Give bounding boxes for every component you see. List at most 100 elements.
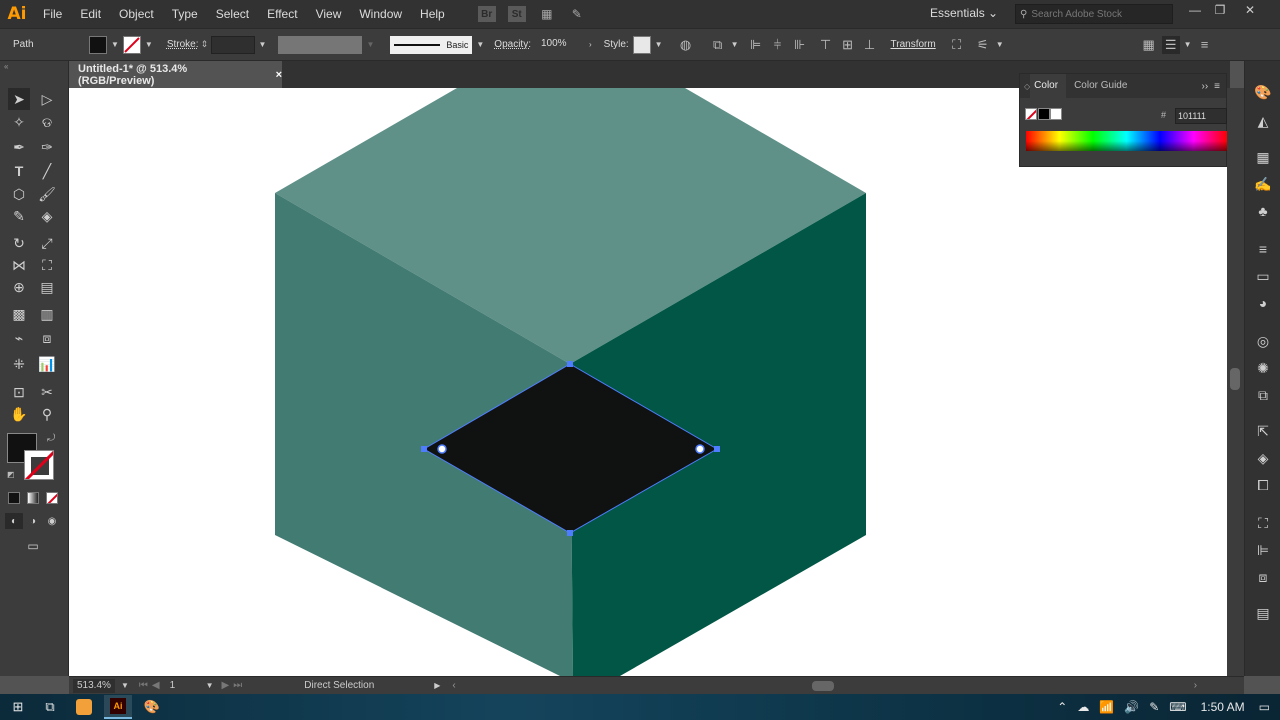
swatches-icon[interactable]: ▦ <box>1253 147 1273 167</box>
last-artboard-icon[interactable]: ⏭ <box>233 680 242 691</box>
clock[interactable]: 1:50 AM <box>1201 700 1245 714</box>
variable-width-profile[interactable] <box>278 35 363 54</box>
gradient-icon[interactable]: ▭ <box>1253 266 1273 286</box>
chevron-down-icon[interactable]: ▼ <box>145 40 153 49</box>
minimize-icon[interactable]: — <box>1185 3 1205 21</box>
anchor-point[interactable] <box>567 361 573 367</box>
scale-tool-icon[interactable]: ⤢ <box>36 232 58 254</box>
workspace-switcher[interactable]: Essentials ⌄ <box>930 6 998 20</box>
direct-selection-tool-icon[interactable]: ▷ <box>36 88 58 110</box>
bridge-icon[interactable]: Br <box>477 6 496 22</box>
rotate-tool-icon[interactable]: ↻ <box>8 232 30 254</box>
type-tool-icon[interactable]: T <box>8 160 30 182</box>
artboard-number-field[interactable]: 1 <box>165 678 202 693</box>
search-adobe-stock-input[interactable]: ⚲ Search Adobe Stock <box>1015 4 1173 24</box>
stroke-swatch[interactable] <box>122 35 141 54</box>
chevron-down-icon[interactable]: ▼ <box>731 40 739 49</box>
symbols-icon[interactable]: ♣ <box>1253 201 1273 221</box>
opacity-field[interactable]: 100% <box>536 35 585 54</box>
transparency-icon[interactable]: ◕ <box>1253 293 1273 313</box>
color-mode-icon[interactable] <box>8 492 20 504</box>
selection-tool-icon[interactable]: ➤ <box>8 88 30 110</box>
pen-tool-icon[interactable]: ✒ <box>8 136 30 158</box>
artboard-canvas[interactable] <box>69 88 1227 676</box>
align-icon[interactable]: ⊫ <box>1253 540 1273 560</box>
menu-type[interactable]: Type <box>163 0 207 28</box>
notifications-icon[interactable]: ▭ <box>1259 700 1270 714</box>
white-swatch[interactable] <box>1050 108 1062 120</box>
scroll-right-icon[interactable]: › <box>1194 680 1197 691</box>
align-top-icon[interactable]: ⊤ <box>817 36 835 54</box>
windows-start-icon[interactable]: ⊞ <box>0 695 36 719</box>
transform-link[interactable]: Transform <box>891 39 936 50</box>
appearance-icon[interactable]: ◎ <box>1253 331 1273 351</box>
panel-menu-icon[interactable]: ≡ <box>1214 81 1220 92</box>
gradient-tool-icon[interactable]: ▥ <box>36 303 58 325</box>
chevron-down-icon[interactable]: ▼ <box>1184 40 1192 49</box>
properties-panel-icon[interactable]: ☰ <box>1161 35 1180 54</box>
chevron-down-icon[interactable]: ▼ <box>259 40 267 49</box>
gradient-mode-icon[interactable] <box>27 492 39 504</box>
shape-builder-tool-icon[interactable]: ⊕ <box>8 276 30 298</box>
default-fill-stroke-icon[interactable]: ◩ <box>7 470 15 479</box>
slice-tool-icon[interactable]: ✂ <box>36 381 58 403</box>
hand-tool-icon[interactable]: ✋ <box>8 403 30 425</box>
arrange-documents-icon[interactable]: ▦ <box>538 6 556 22</box>
none-mode-icon[interactable] <box>46 492 58 504</box>
task-view-icon[interactable]: ⧉ <box>36 695 64 719</box>
vertical-scrollbar[interactable] <box>1227 88 1244 676</box>
menu-object[interactable]: Object <box>110 0 163 28</box>
first-artboard-icon[interactable]: ⏮ <box>139 680 148 691</box>
draw-behind-icon[interactable]: ◑ <box>24 513 42 529</box>
scrollbar-thumb[interactable] <box>811 680 834 691</box>
tab-color-guide[interactable]: Color Guide <box>1066 74 1135 98</box>
keyboard-icon[interactable]: ⌨ <box>1169 700 1186 714</box>
scroll-left-icon[interactable]: ‹ <box>452 680 455 691</box>
hex-color-field[interactable]: 101111 <box>1175 108 1227 124</box>
polygon-tool-icon[interactable]: ⬡ <box>8 183 30 205</box>
menu-select[interactable]: Select <box>207 0 258 28</box>
artboard-tool-icon[interactable]: ⊡ <box>8 381 30 403</box>
column-graph-tool-icon[interactable]: 📊 <box>36 353 58 375</box>
menu-effect[interactable]: Effect <box>258 0 306 28</box>
eraser-tool-icon[interactable]: ◈ <box>36 205 58 227</box>
libraries-icon[interactable]: ▤ <box>1253 603 1273 623</box>
align-left-icon[interactable]: ⊫ <box>747 36 765 54</box>
chevron-down-icon[interactable]: ▼ <box>111 40 119 49</box>
live-corner-widget[interactable] <box>437 444 447 454</box>
status-menu-arrow-icon[interactable]: ▶ <box>434 681 440 690</box>
onedrive-icon[interactable]: ☁ <box>1077 700 1089 714</box>
menu-help[interactable]: Help <box>411 0 454 28</box>
graphic-style-swatch[interactable] <box>632 35 651 54</box>
chevron-down-icon[interactable]: ▼ <box>476 40 484 49</box>
chevron-down-icon[interactable]: ▼ <box>206 681 214 690</box>
color-spectrum-bar[interactable] <box>1026 131 1227 151</box>
black-swatch[interactable] <box>1038 108 1050 120</box>
opacity-label[interactable]: Opacity: <box>494 39 531 50</box>
anchor-point[interactable] <box>421 446 427 452</box>
stroke-label[interactable]: Stroke: <box>167 39 199 50</box>
free-transform-tool-icon[interactable]: ⛶ <box>36 254 58 276</box>
draw-normal-icon[interactable]: ◐ <box>5 513 23 529</box>
symbol-sprayer-tool-icon[interactable]: ⁜ <box>8 353 30 375</box>
asset-export-icon[interactable]: ⧉ <box>1253 385 1273 405</box>
artboards-icon[interactable]: ⧠ <box>1253 475 1273 495</box>
tab-color[interactable]: Color <box>1030 74 1067 98</box>
mesh-tool-icon[interactable]: ▩ <box>8 303 30 325</box>
chevron-down-icon[interactable]: ▼ <box>121 681 129 690</box>
perspective-grid-tool-icon[interactable]: ▤ <box>36 276 58 298</box>
zoom-level-field[interactable]: 513.4% <box>73 678 115 693</box>
previous-artboard-icon[interactable]: ◀ <box>152 680 160 691</box>
zoom-tool-icon[interactable]: ⚲ <box>36 403 58 425</box>
eyedropper-tool-icon[interactable]: ⌁ <box>8 327 30 349</box>
blend-tool-icon[interactable]: ⧈ <box>36 327 58 349</box>
stroke-stepper-icon[interactable]: ⇕ <box>199 36 211 54</box>
menu-edit[interactable]: Edit <box>71 0 110 28</box>
paint-app-icon[interactable]: 🎨 <box>138 695 166 719</box>
graphic-styles-icon[interactable]: ✺ <box>1253 358 1273 378</box>
next-artboard-icon[interactable]: ▶ <box>222 680 230 691</box>
align-to-icon[interactable]: ⧉ <box>709 36 727 54</box>
color-panel-icon[interactable]: 🎨 <box>1253 82 1273 102</box>
stroke-color-box[interactable] <box>24 450 54 480</box>
change-screen-mode-icon[interactable]: ▭ <box>22 535 44 557</box>
